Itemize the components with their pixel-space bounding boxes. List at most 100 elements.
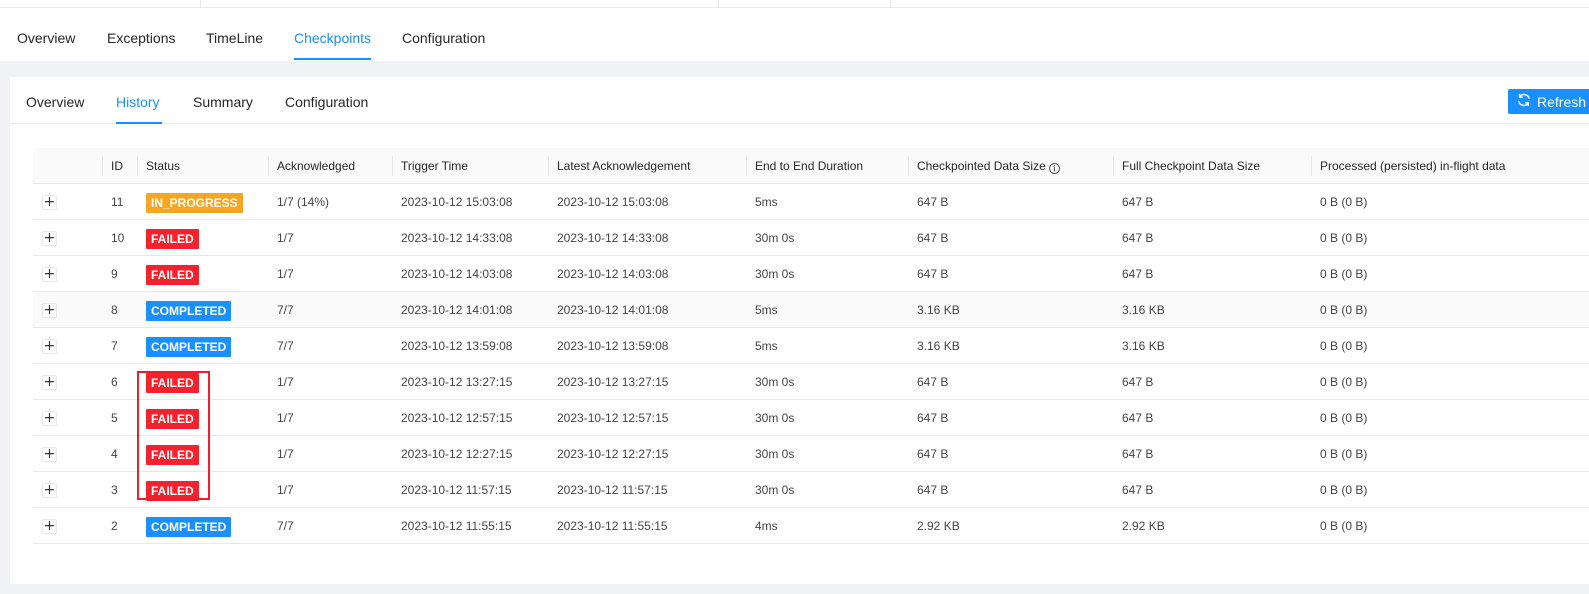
cell-checkpointed-size: 647 B: [917, 195, 949, 209]
expand-row-button[interactable]: +: [42, 411, 57, 426]
cell-trigger-time: 2023-10-12 14:03:08: [401, 267, 513, 281]
cell-latest-ack: 2023-10-12 12:27:15: [557, 447, 669, 461]
tab-timeline[interactable]: TimeLine: [206, 30, 263, 46]
cell-trigger-time: 2023-10-12 11:57:15: [401, 483, 512, 497]
col-status: Status: [146, 159, 181, 173]
cell-checkpointed-size: 3.16 KB: [917, 339, 960, 353]
cell-acknowledged: 7/7: [277, 519, 294, 533]
cell-full-size: 647 B: [1122, 447, 1154, 461]
status-badge: FAILED: [146, 408, 199, 429]
cell-duration: 5ms: [755, 195, 778, 209]
cell-status: FAILED: [138, 400, 199, 436]
cell-checkpointed-size: 647 B: [917, 267, 949, 281]
cell-status: FAILED: [138, 472, 199, 508]
cell-id: 4: [111, 447, 118, 461]
cell-full-size: 647 B: [1122, 483, 1154, 497]
cell-acknowledged: 1/7: [277, 411, 294, 425]
cell-duration: 30m 0s: [755, 411, 795, 425]
expand-row-button[interactable]: +: [42, 519, 57, 534]
cell-status: FAILED: [138, 436, 199, 472]
cell-checkpointed-size: 2.92 KB: [917, 519, 960, 533]
cell-acknowledged: 1/7: [277, 447, 294, 461]
expand-row-button[interactable]: +: [42, 447, 57, 462]
cell-duration: 5ms: [755, 303, 778, 317]
table-row[interactable]: +11 IN_PROGRESS 1/7 (14%) 2023-10-12 15:03:…: [33, 184, 1589, 220]
subtab-history[interactable]: History: [116, 94, 160, 110]
refresh-label: Refresh: [1537, 93, 1587, 110]
table-row[interactable]: +3 FAILED 1/7 2023-10-12 11:57:15 2023-10-12…: [33, 472, 1589, 508]
cell-trigger-time: 2023-10-12 12:57:15: [401, 411, 513, 425]
cell-duration: 30m 0s: [755, 483, 795, 497]
expand-row-button[interactable]: +: [42, 195, 57, 210]
status-badge: FAILED: [146, 264, 199, 285]
cell-full-size: 3.16 KB: [1122, 339, 1165, 353]
table-row[interactable]: +10 FAILED 1/7 2023-10-12 14:33:08 2023-10-1…: [33, 220, 1589, 256]
tab-exceptions[interactable]: Exceptions: [107, 30, 175, 46]
cell-latest-ack: 2023-10-12 12:57:15: [557, 411, 669, 425]
cell-processed: 0 B (0 B): [1320, 339, 1368, 353]
column-divider: [1113, 156, 1114, 176]
cell-latest-ack: 2023-10-12 15:03:08: [557, 195, 669, 209]
cell-id: 7: [111, 339, 118, 353]
table-row[interactable]: +4 FAILED 1/7 2023-10-12 12:27:15 2023-10-12…: [33, 436, 1589, 472]
subtab-summary[interactable]: Summary: [193, 94, 253, 110]
active-tab-indicator: [294, 58, 371, 60]
table-row[interactable]: +7 COMPLETED 7/7 2023-10-12 13:59:08 2023-10…: [33, 328, 1589, 364]
cell-status: COMPLETED: [138, 292, 232, 328]
cell-full-size: 647 B: [1122, 195, 1154, 209]
cell-full-size: 647 B: [1122, 375, 1154, 389]
cell-processed: 0 B (0 B): [1320, 411, 1368, 425]
cell-full-size: 647 B: [1122, 267, 1154, 281]
cell-status: COMPLETED: [138, 508, 232, 544]
subtab-overview[interactable]: Overview: [26, 94, 84, 110]
expand-row-button[interactable]: +: [42, 339, 57, 354]
table-row[interactable]: +8 COMPLETED 7/7 2023-10-12 14:01:08 2023-10…: [33, 292, 1589, 328]
cell-id: 8: [111, 303, 118, 317]
table-row[interactable]: +5 FAILED 1/7 2023-10-12 12:57:15 2023-10-12…: [33, 400, 1589, 436]
cell-status: FAILED: [138, 256, 199, 292]
cell-acknowledged: 7/7: [277, 339, 294, 353]
cell-acknowledged: 1/7: [277, 267, 294, 281]
table-row[interactable]: +9 FAILED 1/7 2023-10-12 14:03:08 2023-10-12…: [33, 256, 1589, 292]
cell-trigger-time: 2023-10-12 12:27:15: [401, 447, 513, 461]
col-checkpointed-size-label: Checkpointed Data Size: [917, 159, 1046, 173]
col-duration: End to End Duration: [755, 159, 864, 173]
expand-row-button[interactable]: +: [42, 231, 57, 246]
col-full-size: Full Checkpoint Data Size: [1122, 159, 1261, 173]
expand-row-button[interactable]: +: [42, 303, 57, 318]
tab-configuration[interactable]: Configuration: [402, 30, 485, 46]
cell-trigger-time: 2023-10-12 15:03:08: [401, 195, 513, 209]
sync-icon: [1517, 93, 1531, 110]
top-strip: [0, 0, 1589, 8]
cell-acknowledged: 1/7: [277, 231, 294, 245]
cell-checkpointed-size: 647 B: [917, 483, 949, 497]
cell-full-size: 647 B: [1122, 411, 1154, 425]
refresh-button[interactable]: Refresh: [1508, 89, 1589, 114]
top-strip-divider: [718, 0, 719, 8]
cell-latest-ack: 2023-10-12 13:59:08: [557, 339, 669, 353]
table-header: ID Status Acknowledged Trigger Time Late…: [33, 148, 1589, 184]
cell-latest-ack: 2023-10-12 11:55:15: [557, 519, 668, 533]
expand-row-button[interactable]: +: [42, 483, 57, 498]
status-badge: FAILED: [146, 372, 199, 393]
subtab-configuration[interactable]: Configuration: [285, 94, 368, 110]
tab-overview[interactable]: Overview: [17, 30, 75, 46]
status-badge: FAILED: [146, 480, 199, 501]
cell-id: 6: [111, 375, 118, 389]
cell-processed: 0 B (0 B): [1320, 231, 1368, 245]
top-strip-divider: [890, 0, 891, 8]
cell-acknowledged: 1/7 (14%): [277, 195, 330, 209]
cell-processed: 0 B (0 B): [1320, 447, 1368, 461]
table-row[interactable]: +2 COMPLETED 7/7 2023-10-12 11:55:15 2023-10…: [33, 508, 1589, 544]
info-icon[interactable]: i: [1048, 163, 1060, 174]
cell-full-size: 2.92 KB: [1122, 519, 1165, 533]
column-divider: [548, 156, 549, 176]
table-row[interactable]: +6 FAILED 1/7 2023-10-12 13:27:15 2023-10-12…: [33, 364, 1589, 400]
column-divider: [392, 156, 393, 176]
expand-row-button[interactable]: +: [42, 267, 57, 282]
status-badge: IN_PROGRESS: [146, 192, 243, 213]
cell-trigger-time: 2023-10-12 13:59:08: [401, 339, 513, 353]
column-divider: [268, 156, 269, 176]
expand-row-button[interactable]: +: [42, 375, 57, 390]
tab-checkpoints[interactable]: Checkpoints: [294, 30, 371, 46]
